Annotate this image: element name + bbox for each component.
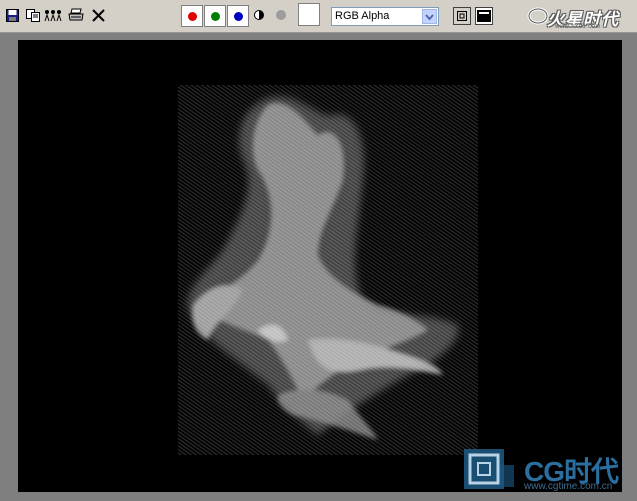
red-channel-icon bbox=[187, 11, 197, 21]
color-swatch[interactable] bbox=[298, 3, 320, 26]
logo-url: www.hxsd.com bbox=[555, 24, 602, 30]
rendered-image bbox=[178, 85, 478, 455]
brand-logo: 火星时代 www.hxsd.com bbox=[525, 2, 635, 32]
clone-icon[interactable] bbox=[44, 6, 62, 24]
red-channel-button[interactable] bbox=[181, 5, 203, 27]
blue-channel-icon bbox=[233, 11, 243, 21]
blue-channel-button[interactable] bbox=[227, 5, 249, 27]
channel-select-value: RGB Alpha bbox=[335, 10, 390, 22]
close-icon[interactable] bbox=[89, 6, 107, 24]
watermark-url: www.cgtime.com.cn bbox=[524, 481, 613, 492]
print-icon[interactable] bbox=[67, 6, 85, 24]
monochrome-icon[interactable] bbox=[254, 10, 264, 20]
green-channel-icon bbox=[210, 11, 220, 21]
chevron-down-icon[interactable] bbox=[422, 9, 437, 24]
green-channel-button[interactable] bbox=[204, 5, 226, 27]
watermark-logo-icon bbox=[464, 449, 514, 489]
channel-select[interactable]: RGB Alpha bbox=[331, 7, 439, 26]
display-alpha-button[interactable] bbox=[453, 7, 471, 25]
save-icon[interactable] bbox=[3, 6, 21, 24]
monochrome-view-button[interactable] bbox=[475, 7, 493, 25]
logo-swirl-icon bbox=[527, 7, 549, 25]
gray-dot-icon[interactable] bbox=[276, 10, 286, 20]
watermark: CG时代 www.cgtime.com.cn bbox=[462, 445, 632, 497]
copy-icon[interactable] bbox=[24, 6, 42, 24]
frame-buffer-toolbar: RGB Alpha 火星时代 www.hxsd.com bbox=[0, 0, 637, 33]
rendered-image-area bbox=[18, 40, 622, 492]
